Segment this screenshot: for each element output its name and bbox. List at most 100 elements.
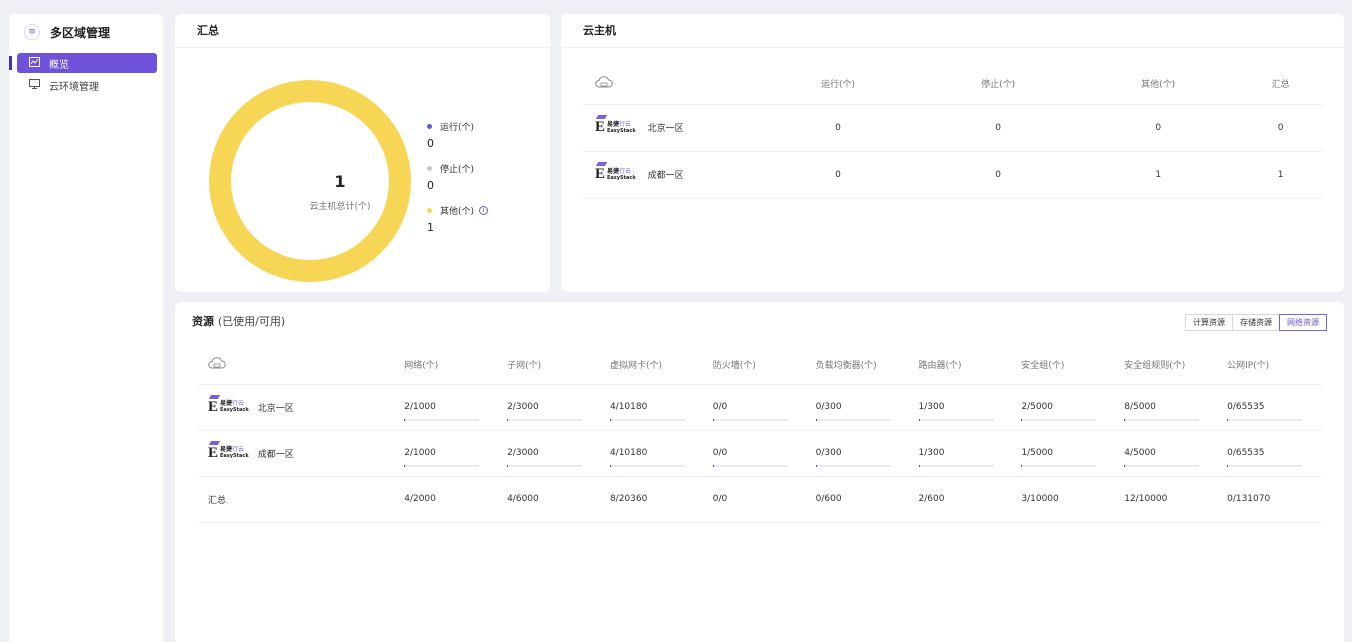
- vm-title: 云主机: [561, 14, 1344, 48]
- usage-cell: 0/0: [712, 384, 816, 431]
- legend-label: 其他(个): [440, 206, 475, 217]
- info-icon[interactable]: i: [479, 205, 489, 215]
- usage-value: 4/5000: [1124, 447, 1156, 458]
- legend-item-stopped: 停止(个) 0: [427, 159, 488, 201]
- table-row: E 易捷行云 EasyStack 成都一区 0 0 1 1: [583, 151, 1323, 199]
- column-header: 停止(个): [918, 64, 1079, 105]
- total-value: 0/0: [712, 476, 816, 523]
- column-header: 运行(个): [758, 64, 919, 105]
- table-row: E 易捷行云 EasyStack 北京一区 0 0 0 0: [583, 104, 1323, 152]
- column-header: 公网IP(个): [1227, 346, 1322, 385]
- legend-dot: [427, 165, 432, 171]
- table-row: E 易捷行云 EasyStack 成都一区 2/1000 2/3000 4/10180 0/0…: [198, 430, 1322, 477]
- usage-value: 2/1000: [404, 447, 436, 458]
- easystack-logo: E 易捷行云 EasyStack: [595, 119, 636, 135]
- table-row: E 易捷行云 EasyStack 北京一区 2/1000 2/3000 4/10180 0/0…: [198, 384, 1322, 431]
- tab-compute[interactable]: 计算资源: [1185, 314, 1233, 331]
- tab-network[interactable]: 网络资源: [1279, 314, 1327, 331]
- region-cell: E 易捷行云 EasyStack 成都一区: [198, 430, 405, 477]
- usage-cell: 2/5000: [1021, 384, 1125, 431]
- usage-value: 2/3000: [507, 447, 539, 458]
- usage-bar: [1021, 464, 1097, 467]
- usage-bar-fill: [1227, 418, 1229, 421]
- legend-label: 运行(个): [440, 122, 475, 133]
- table-cell: 1: [1238, 151, 1323, 199]
- active-marker: [9, 56, 12, 70]
- usage-cell: 1/300: [918, 384, 1022, 431]
- legend-item-other: 其他(个) i 1: [427, 201, 489, 243]
- table-cell: 0: [918, 104, 1079, 152]
- region-cell: E 易捷行云 EasyStack 北京一区: [198, 384, 405, 431]
- usage-bar: [815, 464, 891, 467]
- usage-cell: 0/65535: [1227, 430, 1322, 477]
- legend-label: 停止(个): [440, 164, 475, 175]
- total-value: 0/600: [815, 476, 919, 523]
- tab-storage[interactable]: 存储资源: [1232, 314, 1280, 331]
- usage-bar: [404, 418, 480, 421]
- usage-bar: [918, 418, 994, 421]
- sidebar-item-cloud-env[interactable]: 云环境管理: [17, 75, 157, 95]
- column-header: 汇总: [1238, 64, 1323, 105]
- table-cell: 1: [1078, 151, 1239, 199]
- usage-cell: 8/5000: [1124, 384, 1228, 431]
- usage-cell: 2/3000: [507, 430, 610, 477]
- legend-dot: [427, 207, 432, 213]
- usage-cell: 0/300: [815, 384, 919, 431]
- column-header: 负载均衡器(个): [815, 346, 919, 385]
- table-cell: 0: [1078, 104, 1239, 152]
- table-header-row: 网络(个) 子网(个) 虚拟网卡(个) 防火墙(个) 负载均衡器(个) 路由器(…: [198, 346, 1322, 385]
- total-row: 汇总 4/2000 4/6000 8/20360 0/0 0/600 2/600 3/1000…: [198, 476, 1322, 523]
- monitor-icon: [27, 78, 41, 92]
- sidebar-header: ≡ 多区域管理: [9, 14, 163, 50]
- usage-bar: [507, 464, 583, 467]
- table-cell: 0: [1238, 104, 1323, 152]
- summary-title: 汇总: [175, 14, 550, 48]
- usage-cell: 2/1000: [404, 384, 508, 431]
- usage-cell: 1/5000: [1021, 430, 1125, 477]
- region-name: 北京一区: [257, 403, 294, 414]
- usage-cell: 2/3000: [507, 384, 610, 431]
- column-header: 路由器(个): [918, 346, 1022, 385]
- resource-type-tabs: 计算资源 存储资源 网络资源: [1185, 314, 1327, 331]
- vm-card: 云主机 运行(个) 停止(个) 其他(个) 汇总 E 易捷行云 EasyStack …: [561, 14, 1344, 292]
- usage-bar-fill: [1227, 464, 1229, 467]
- sidebar: ≡ 多区域管理 概览 云环境管理: [9, 14, 163, 642]
- donut-legend: 运行(个) 0 停止(个) 0 其他(个) i 1: [427, 117, 489, 243]
- cloud-icon: [595, 76, 613, 88]
- region-name: 成都一区: [647, 171, 684, 181]
- usage-bar: [609, 418, 685, 421]
- column-header: 其他(个): [1078, 64, 1239, 105]
- usage-cell: 2/1000: [404, 430, 508, 477]
- usage-bar-fill: [712, 464, 714, 467]
- usage-bar-fill: [1124, 464, 1126, 467]
- region-cell: E 易捷行云 EasyStack 北京一区: [583, 104, 758, 152]
- usage-bar: [404, 464, 480, 467]
- usage-cell: 4/10180: [609, 384, 713, 431]
- chart-icon: [27, 56, 41, 70]
- region-name: 成都一区: [257, 449, 294, 460]
- sidebar-item-label: 云环境管理: [49, 81, 99, 93]
- menu-icon[interactable]: ≡: [24, 24, 40, 40]
- column-header: 防火墙(个): [712, 346, 816, 385]
- usage-bar-fill: [1021, 464, 1023, 467]
- usage-value: 0/300: [815, 447, 842, 458]
- usage-bar-fill: [815, 418, 817, 421]
- column-header: 安全组规则(个): [1124, 346, 1228, 385]
- usage-bar: [1124, 418, 1200, 421]
- total-value: 8/20360: [609, 476, 713, 523]
- usage-value: 4/10180: [609, 447, 648, 458]
- sidebar-item-overview[interactable]: 概览: [9, 53, 157, 73]
- usage-cell: 0/65535: [1227, 384, 1322, 431]
- legend-value: 0: [427, 137, 434, 150]
- easystack-logo: E 易捷行云 EasyStack: [595, 166, 636, 182]
- usage-bar-fill: [712, 418, 714, 421]
- cloud-icon: [208, 357, 226, 369]
- usage-cell: 0/0: [712, 430, 816, 477]
- usage-value: 1/5000: [1021, 447, 1054, 458]
- usage-cell: 0/300: [815, 430, 919, 477]
- easystack-logo: E 易捷行云 EasyStack: [208, 444, 249, 461]
- usage-bar-fill: [609, 418, 611, 421]
- usage-value: 0/65535: [1227, 447, 1265, 458]
- usage-value: 1/300: [918, 401, 945, 412]
- usage-bar-fill: [404, 418, 406, 421]
